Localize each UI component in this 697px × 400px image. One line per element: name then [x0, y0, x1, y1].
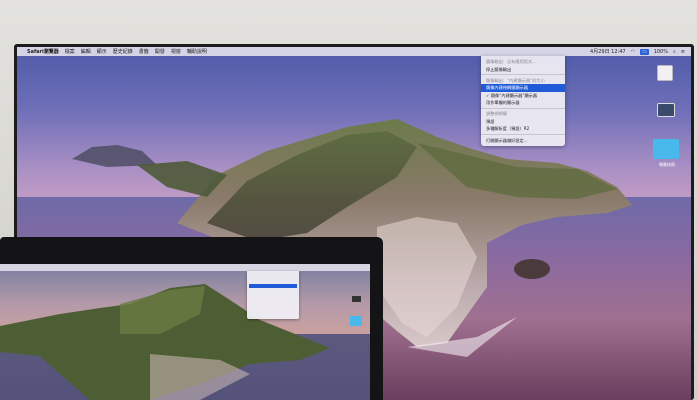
menu-item-separate-display[interactable]: 用作單獨的顯示器 [481, 99, 565, 106]
menu-item-display-prefs[interactable]: 打開顯示器偏好設定... [481, 136, 565, 143]
menu-view[interactable]: 顯示 [97, 48, 107, 55]
menu-safari[interactable]: Safari瀏覽器 [27, 48, 59, 55]
menu-header-mirror: 鏡像輸出：沒有應用程式... [486, 59, 537, 65]
menu-item-default[interactable]: 預設 [481, 118, 565, 125]
wifi-icon[interactable]: ◠ [631, 49, 635, 55]
menu-separator [481, 133, 565, 135]
menu-item-stop-mirror[interactable]: 停止鏡像輸出 [481, 65, 565, 72]
search-icon[interactable]: ⌕ [673, 49, 676, 55]
menu-edit[interactable]: 編輯 [81, 48, 91, 55]
menu-item-mirror-builtin[interactable]: ✓ 鏡像“內建顯示器”顯示器 [481, 92, 565, 99]
display-menu: 鏡像輸出：沒有應用程式... 停止鏡像輸出 鏡像輸出：“內建顯示器”的大小 鏡像… [481, 56, 565, 146]
menu-item-mirror-builtin-label: 鏡像“內建顯示器”顯示器 [490, 92, 538, 98]
laptop-menu-highlight [249, 284, 297, 288]
menu-header-size: 鏡像輸出：“內建顯示器”的大小 [486, 77, 545, 83]
display-mirror-icon[interactable]: ▭ [639, 48, 649, 55]
control-center-icon[interactable]: ≡ [681, 49, 685, 55]
menu-help[interactable]: 輔助說明 [187, 48, 207, 55]
laptop-screen [0, 264, 370, 400]
battery-text[interactable]: 100% [654, 49, 668, 55]
desktop-folder-icon[interactable] [653, 139, 679, 159]
laptop [0, 237, 383, 400]
laptop-island-landscape [0, 284, 370, 400]
menu-separator [481, 107, 565, 109]
menu-header-retina: 調整視網膜 [486, 111, 507, 117]
laptop-menu-bar [0, 264, 370, 271]
menu-separator [481, 74, 565, 76]
desktop-image-icon[interactable] [657, 103, 675, 117]
menu-window[interactable]: 視窗 [171, 48, 181, 55]
laptop-display-menu [247, 271, 299, 319]
desktop-folder-label: 螢幕快照 [659, 162, 675, 167]
menu-develop[interactable]: 開發 [155, 48, 165, 55]
clock-text[interactable]: 4月29日 12:47 [590, 48, 626, 55]
menu-item-resolutions[interactable]: 多種解析度（預設）R2 [481, 125, 565, 132]
menu-bar: Safari瀏覽器 檔案 編輯 顯示 歷史紀錄 書籤 開發 視窗 輔助說明 4月… [17, 47, 691, 56]
menu-file[interactable]: 檔案 [65, 48, 75, 55]
menu-item-mirror-retina[interactable]: 鏡像內建視網膜顯示器 [481, 84, 565, 92]
menu-bookmarks[interactable]: 書籤 [139, 48, 149, 55]
menu-history[interactable]: 歷史紀錄 [113, 48, 133, 55]
desktop-file-icon[interactable] [657, 65, 673, 81]
